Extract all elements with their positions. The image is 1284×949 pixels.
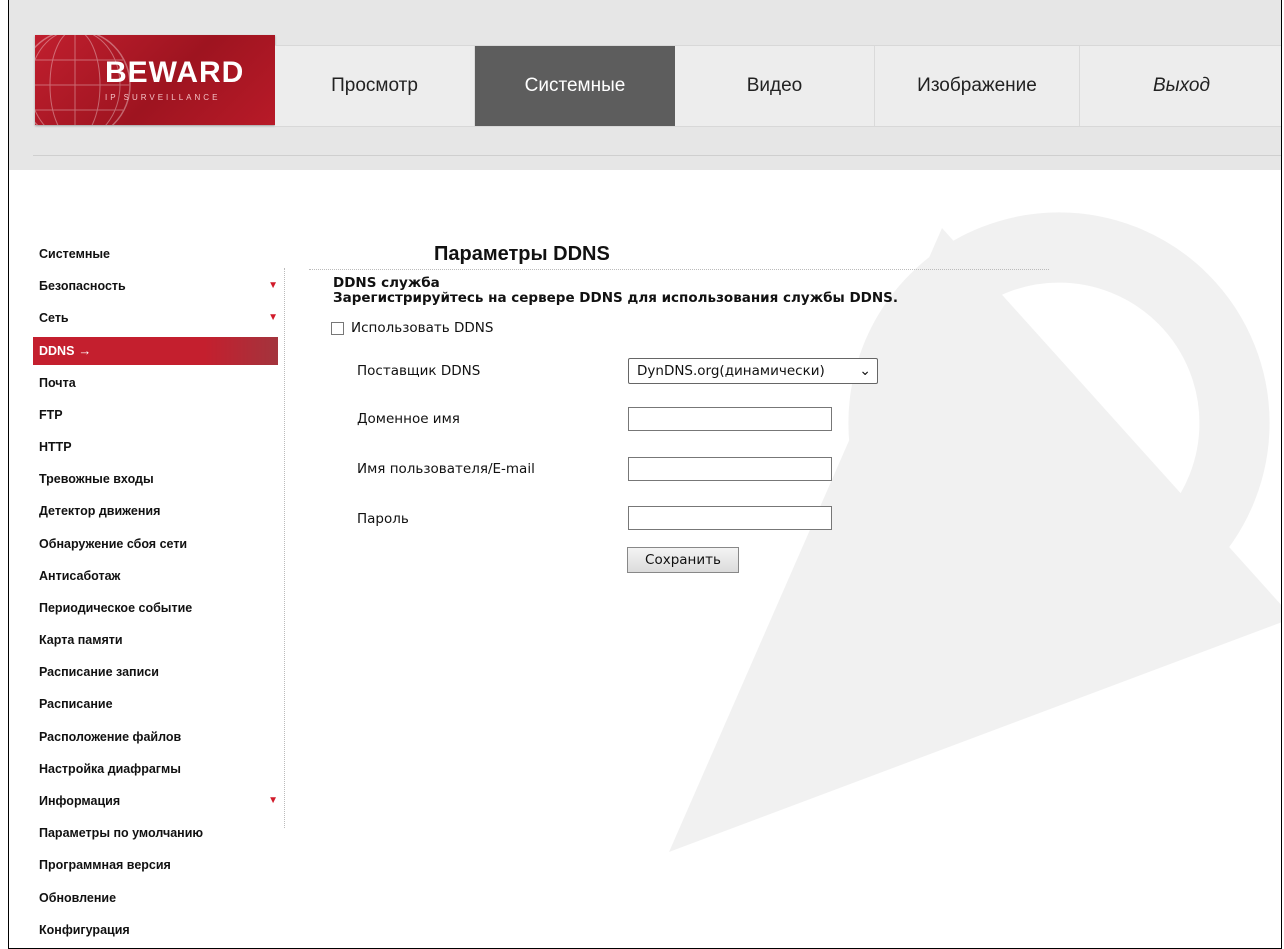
sidebar-item-label: DDNS xyxy=(39,343,75,358)
provider-select[interactable]: DynDNS.org(динамически) ⌄ xyxy=(628,358,878,384)
logo-brand: BEWARD xyxy=(105,56,245,89)
sidebar-item-label: Карта памяти xyxy=(39,633,123,648)
sidebar-item-label: Антисаботаж xyxy=(39,568,121,583)
nav-video[interactable]: Видео xyxy=(675,46,875,126)
username-input[interactable] xyxy=(628,457,832,481)
expand-triangle-icon: ▼ xyxy=(268,280,278,292)
sidebar-item-label: Расписание xyxy=(39,697,113,712)
sidebar-item-motion-detector[interactable]: Детектор движения xyxy=(33,495,278,527)
username-label: Имя пользователя/E-mail xyxy=(357,461,535,477)
sidebar-item-label: Детектор движения xyxy=(39,504,161,519)
use-ddns-label: Использовать DDNS xyxy=(351,320,494,336)
domain-label: Доменное имя xyxy=(357,411,460,427)
section-title: DDNS служба xyxy=(333,275,440,291)
sidebar-item-label: Настройка диафрагмы xyxy=(39,761,181,776)
sidebar-item-label: Обновление xyxy=(39,890,117,905)
chevron-down-icon: ⌄ xyxy=(859,363,871,379)
sidebar-item-label: HTTP xyxy=(39,439,72,454)
sidebar-item-label: Системные xyxy=(39,247,110,261)
sidebar-item-system[interactable]: Системные xyxy=(33,238,278,270)
sidebar-item-ddns[interactable]: DDNS → xyxy=(33,336,278,365)
expand-triangle-icon: ▼ xyxy=(268,312,278,324)
password-label: Пароль xyxy=(357,511,409,527)
sidebar-item-configuration[interactable]: Конфигурация xyxy=(33,914,278,946)
sidebar-item-network-failure[interactable]: Обнаружение сбоя сети xyxy=(33,528,278,560)
sidebar: Системные Безопасность ▼ Сеть ▼ DDNS → Почт… xyxy=(33,238,278,946)
sidebar-item-ftp[interactable]: FTP xyxy=(33,399,278,431)
sidebar-item-alarm-inputs[interactable]: Тревожные входы xyxy=(33,463,278,495)
sidebar-item-label: Безопасность xyxy=(39,279,126,294)
save-button[interactable]: Сохранить xyxy=(627,547,739,573)
sidebar-item-iris[interactable]: Настройка диафрагмы xyxy=(33,753,278,785)
nav-image[interactable]: Изображение xyxy=(875,46,1080,126)
sidebar-item-file-location[interactable]: Расположение файлов xyxy=(33,721,278,753)
sidebar-item-security[interactable]: Безопасность ▼ xyxy=(33,270,278,302)
domain-input[interactable] xyxy=(628,407,832,431)
page-frame: BEWARD IP SURVEILLANCE Просмотр Системны… xyxy=(8,0,1282,949)
sidebar-item-label: Расположение файлов xyxy=(39,729,182,744)
title-divider xyxy=(309,269,1049,270)
right-arrow-icon: → xyxy=(78,342,92,358)
sidebar-item-label: Сеть xyxy=(39,311,69,326)
sidebar-item-schedule[interactable]: Расписание xyxy=(33,688,278,720)
sidebar-item-info[interactable]: Информация ▼ xyxy=(33,785,278,817)
sidebar-item-label: Обнаружение сбоя сети xyxy=(39,536,188,551)
sidebar-item-update[interactable]: Обновление xyxy=(33,882,278,914)
use-ddns-row[interactable]: Использовать DDNS xyxy=(331,320,493,336)
sidebar-item-label: Почта xyxy=(39,375,76,390)
sidebar-item-label: Периодическое событие xyxy=(39,600,193,615)
sidebar-divider xyxy=(284,268,285,828)
use-ddns-checkbox[interactable] xyxy=(331,321,344,335)
beward-logo[interactable]: BEWARD IP SURVEILLANCE xyxy=(35,35,275,125)
sidebar-item-label: Тревожные входы xyxy=(39,472,154,487)
logo-subtitle: IP SURVEILLANCE xyxy=(105,93,221,102)
sidebar-item-mail[interactable]: Почта xyxy=(33,367,278,399)
top-nav: Просмотр Системные Видео Изображение Вых… xyxy=(275,45,1281,127)
sidebar-item-tamper[interactable]: Антисаботаж xyxy=(33,560,278,592)
sidebar-item-label: Программная версия xyxy=(39,858,171,873)
sidebar-item-http[interactable]: HTTP xyxy=(33,431,278,463)
sidebar-item-record-schedule[interactable]: Расписание записи xyxy=(33,656,278,688)
sidebar-item-label: Информация xyxy=(39,794,121,808)
sidebar-item-label: FTP xyxy=(39,407,63,422)
nav-view[interactable]: Просмотр xyxy=(275,46,475,126)
provider-label: Поставщик DDNS xyxy=(357,363,481,379)
sidebar-item-memory-card[interactable]: Карта памяти xyxy=(33,624,278,656)
sidebar-item-firmware-version[interactable]: Программная версия xyxy=(33,849,278,881)
password-input[interactable] xyxy=(628,506,832,530)
sidebar-item-label: Параметры по умолчанию xyxy=(39,826,204,841)
section-header: DDNS служба Зарегистрируйтесь на сервере… xyxy=(333,276,898,306)
sidebar-item-label: Конфигурация xyxy=(39,922,130,937)
nav-system[interactable]: Системные xyxy=(475,46,675,126)
page-title: Параметры DDNS xyxy=(434,243,610,265)
nav-exit[interactable]: Выход xyxy=(1080,46,1281,126)
background-watermark xyxy=(669,212,1281,852)
sidebar-item-label: Расписание записи xyxy=(39,665,159,680)
provider-value: DynDNS.org(динамически) xyxy=(637,363,825,379)
section-description: Зарегистрируйтесь на сервере DDNS для ис… xyxy=(333,290,899,306)
sidebar-item-periodic-event[interactable]: Периодическое событие xyxy=(33,592,278,624)
sidebar-item-network[interactable]: Сеть ▼ xyxy=(33,302,278,334)
expand-triangle-icon: ▼ xyxy=(268,795,278,806)
sidebar-item-defaults[interactable]: Параметры по умолчанию xyxy=(33,817,278,849)
header-divider xyxy=(33,155,1281,156)
